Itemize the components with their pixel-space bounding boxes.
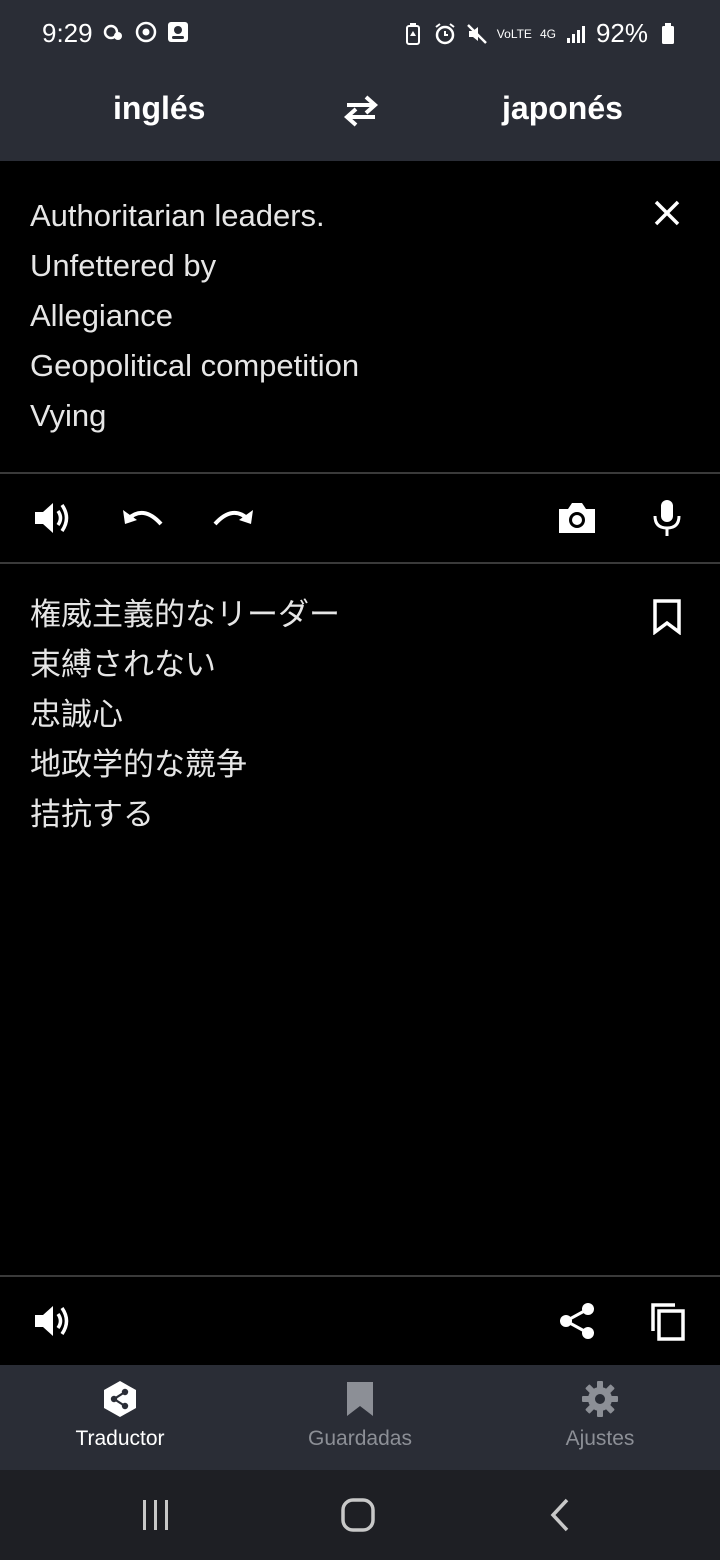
- undo-icon: [123, 510, 163, 526]
- volte-label: VoLTE: [496, 26, 532, 41]
- swap-languages-button[interactable]: [338, 88, 384, 134]
- translation-line: 権威主義的なリーダー: [30, 597, 340, 633]
- source-text-line: Authoritarian leaders.: [30, 198, 325, 233]
- recent-apps-icon: [143, 1500, 168, 1530]
- save-translation-button[interactable]: [645, 595, 689, 639]
- speak-source-button[interactable]: [29, 494, 77, 542]
- gear-icon: [580, 1379, 620, 1419]
- speak-translation-button[interactable]: [29, 1297, 77, 1345]
- copy-button[interactable]: [643, 1297, 691, 1345]
- camera-button[interactable]: [553, 494, 601, 542]
- nav-label-saved: Guardadas: [308, 1427, 412, 1450]
- translation-line: 拮抗する: [30, 797, 154, 833]
- bookmark-outline-icon: [653, 599, 681, 635]
- share-button[interactable]: [553, 1297, 601, 1345]
- share-icon: [560, 1303, 594, 1339]
- source-text-line: Allegiance: [30, 298, 174, 333]
- speaker-icon: [35, 1306, 69, 1336]
- copy-icon: [651, 1303, 685, 1341]
- divider: [0, 562, 720, 564]
- translation-line: 地政学的な競争: [30, 747, 247, 783]
- target-language-selector[interactable]: japonés: [502, 90, 623, 127]
- translation-area: 権威主義的なリーダー 束縛されない 忠誠心 地政学的な競争 拮抗する: [0, 565, 720, 1275]
- battery-percent: 92%: [595, 18, 648, 48]
- battery-icon: [656, 22, 680, 46]
- translation-line: 束縛されない: [30, 647, 216, 683]
- translation-text: 権威主義的なリーダー 束縛されない 忠誠心 地政学的な競争 拮抗する: [30, 590, 610, 840]
- back-icon: [550, 1498, 569, 1532]
- status-right-icons: VoLTE 4G 92%: [401, 18, 680, 49]
- undo-button[interactable]: [119, 494, 167, 542]
- source-text[interactable]: Authoritarian leaders. Unfettered by All…: [30, 191, 610, 441]
- signal-icon: [564, 22, 588, 46]
- nav-item-saved[interactable]: Guardadas: [240, 1365, 480, 1470]
- nav-label-settings: Ajustes: [565, 1427, 635, 1450]
- home-button[interactable]: [328, 1495, 388, 1535]
- source-text-line: Unfettered by: [30, 248, 217, 283]
- mute-icon: [465, 22, 489, 46]
- microphone-icon: [653, 500, 681, 536]
- swap-arrows-icon: [343, 95, 379, 127]
- system-navigation-bar: [0, 1470, 720, 1560]
- portrait-icon: [166, 20, 190, 44]
- microphone-button[interactable]: [643, 494, 691, 542]
- alarm-icon: [433, 22, 457, 46]
- redo-icon: [213, 510, 253, 526]
- play-circle-icon: [134, 20, 158, 44]
- nav-item-translator[interactable]: Traductor: [0, 1365, 240, 1470]
- redo-button[interactable]: [209, 494, 257, 542]
- source-text-line: Geopolitical competition: [30, 348, 360, 383]
- bottom-navigation: Traductor Guardadas Ajustes: [0, 1365, 720, 1470]
- nav-item-settings[interactable]: Ajustes: [480, 1365, 720, 1470]
- status-left-icons: [102, 20, 190, 44]
- home-icon: [341, 1498, 375, 1532]
- clear-text-button[interactable]: [645, 191, 689, 235]
- source-language-selector[interactable]: inglés: [113, 90, 205, 127]
- network-type-label: 4G: [539, 26, 556, 41]
- camera-icon: [559, 503, 595, 533]
- link-icon: [102, 20, 126, 44]
- translation-line: 忠誠心: [30, 697, 123, 733]
- source-text-area[interactable]: Authoritarian leaders. Unfettered by All…: [0, 161, 720, 473]
- bookmark-icon: [340, 1379, 380, 1419]
- source-text-line: Vying: [30, 398, 107, 433]
- battery-saver-icon: [401, 22, 425, 46]
- speaker-icon: [35, 503, 69, 533]
- nav-label-translator: Traductor: [75, 1427, 165, 1450]
- translation-toolbar: [0, 1277, 720, 1365]
- recent-apps-button[interactable]: [126, 1495, 186, 1535]
- close-icon: [654, 200, 680, 226]
- translator-icon: [100, 1379, 140, 1419]
- back-button[interactable]: [530, 1495, 590, 1535]
- language-bar: inglés japonés: [0, 66, 720, 161]
- source-toolbar: [0, 474, 720, 562]
- status-time: 9:29: [42, 18, 93, 48]
- status-bar: 9:29 VoLTE 4G 92%: [0, 0, 720, 66]
